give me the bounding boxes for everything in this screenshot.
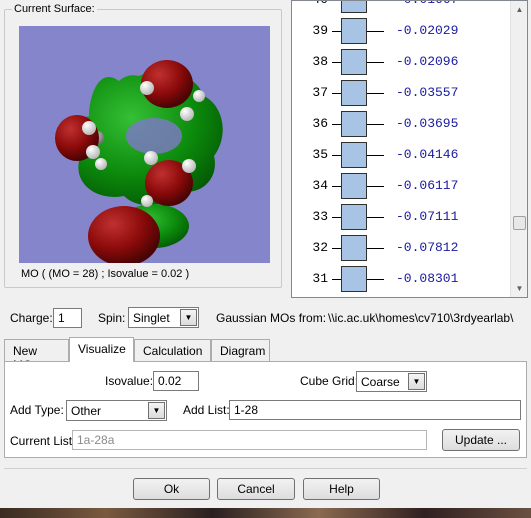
divider (4, 468, 527, 469)
add-type-label: Add Type: (10, 403, 64, 417)
mo-box[interactable] (341, 173, 367, 199)
mo-number: 40 (300, 1, 328, 7)
mo-box[interactable] (341, 18, 367, 44)
mo-list-item[interactable]: 37 -0.03557 (292, 78, 512, 109)
mo-list-scrollbar[interactable]: ▲ ▼ (510, 1, 527, 297)
spin-value: Singlet (133, 311, 170, 325)
mo-list-item[interactable]: 40 -0.01667 (292, 1, 512, 16)
mo-box[interactable] (341, 1, 367, 13)
molecule-viewport[interactable] (19, 26, 270, 263)
cube-grid-select[interactable]: Coarse ▼ (356, 371, 427, 392)
chevron-down-icon[interactable]: ▼ (180, 309, 197, 326)
mo-box[interactable] (341, 49, 367, 75)
tab-new-mos[interactable]: New MOs (4, 339, 69, 372)
mo-energy-list[interactable]: 40 -0.01667 39 -0.02029 38 -0.02096 37 -0.03557… (291, 0, 528, 298)
mo-number: 33 (312, 209, 328, 224)
mo-number: 32 (312, 240, 328, 255)
scroll-up-icon[interactable]: ▲ (511, 1, 527, 18)
mo-number: 36 (312, 116, 328, 131)
isovalue-input[interactable]: 0.02 (153, 371, 199, 391)
isovalue-label: Isovalue: (105, 374, 154, 388)
help-button[interactable]: Help (303, 478, 380, 500)
mo-list-item[interactable]: 32 -0.07812 (292, 233, 512, 264)
scroll-down-icon[interactable]: ▼ (511, 280, 527, 297)
mo-energy: -0.07111 (396, 209, 459, 224)
mo-energy: -0.03557 (396, 85, 459, 100)
cancel-button[interactable]: Cancel (217, 478, 295, 500)
cube-grid-value: Coarse (361, 375, 400, 389)
mo-list-item[interactable]: 39 -0.02029 (292, 16, 512, 47)
mo-number: 38 (312, 54, 328, 69)
current-list-field: 1a-28a (72, 430, 427, 450)
mo-list-item[interactable]: 35 -0.04146 (292, 140, 512, 171)
mo-energy: -0.07812 (396, 240, 459, 255)
mo-list-item[interactable]: 33 -0.07111 (292, 202, 512, 233)
update-button[interactable]: Update ... (442, 429, 520, 451)
mo-number: 35 (312, 147, 328, 162)
chevron-down-icon[interactable]: ▼ (148, 402, 165, 419)
mo-box[interactable] (341, 235, 367, 261)
molecule-render (55, 60, 223, 263)
mo-energy: -0.01667 (396, 1, 458, 7)
mo-list-item[interactable]: 34 -0.06117 (292, 171, 512, 202)
mo-energy: -0.08301 (396, 271, 459, 286)
mo-box[interactable] (341, 204, 367, 230)
mo-energy: -0.06117 (396, 178, 459, 193)
tab-diagram[interactable]: Diagram (211, 339, 270, 361)
mo-number: 39 (312, 23, 328, 38)
ok-button[interactable]: Ok (133, 478, 210, 500)
background-window-strip (0, 508, 531, 518)
gaussian-path: \\ic.ac.uk\homes\cv710\3rdyearlab\ (328, 311, 514, 325)
add-type-value: Other (71, 404, 102, 418)
charge-input[interactable]: 1 (53, 308, 82, 328)
tab-calculation[interactable]: Calculation (134, 339, 211, 361)
mo-energy: -0.04146 (396, 147, 459, 162)
gaussian-label: Gaussian MOs from: (216, 311, 327, 325)
current-surface-title: Current Surface: (12, 3, 97, 15)
tab-visualize[interactable]: Visualize (69, 337, 134, 362)
mo-list-item[interactable]: 31 -0.08301 (292, 264, 512, 295)
mo-number: 34 (312, 178, 328, 193)
mo-energy: -0.02096 (396, 54, 459, 69)
charge-label: Charge: (10, 311, 53, 325)
mo-energy: -0.03695 (396, 116, 459, 131)
mo-number: 37 (312, 85, 328, 100)
add-type-select[interactable]: Other ▼ (66, 400, 167, 421)
cube-grid-label: Cube Grid: (300, 374, 359, 388)
spin-select[interactable]: Singlet ▼ (128, 307, 199, 328)
mo-energy: -0.02029 (396, 23, 459, 38)
mo-caption: MO ( (MO = 28) ; Isovalue = 0.02 ) (21, 268, 190, 280)
current-list-label: Current List: (10, 434, 76, 448)
add-list-label: Add List: (183, 403, 230, 417)
mo-box[interactable] (341, 111, 367, 137)
mo-box[interactable] (341, 80, 367, 106)
spin-label: Spin: (98, 311, 126, 325)
mo-box[interactable] (341, 266, 367, 292)
mo-box[interactable] (341, 142, 367, 168)
mo-number: 31 (312, 271, 328, 286)
scroll-thumb[interactable] (513, 216, 526, 230)
chevron-down-icon[interactable]: ▼ (408, 373, 425, 390)
mo-list-item[interactable]: 38 -0.02096 (292, 47, 512, 78)
mo-list-item[interactable]: 36 -0.03695 (292, 109, 512, 140)
add-list-input[interactable]: 1-28 (229, 400, 521, 420)
